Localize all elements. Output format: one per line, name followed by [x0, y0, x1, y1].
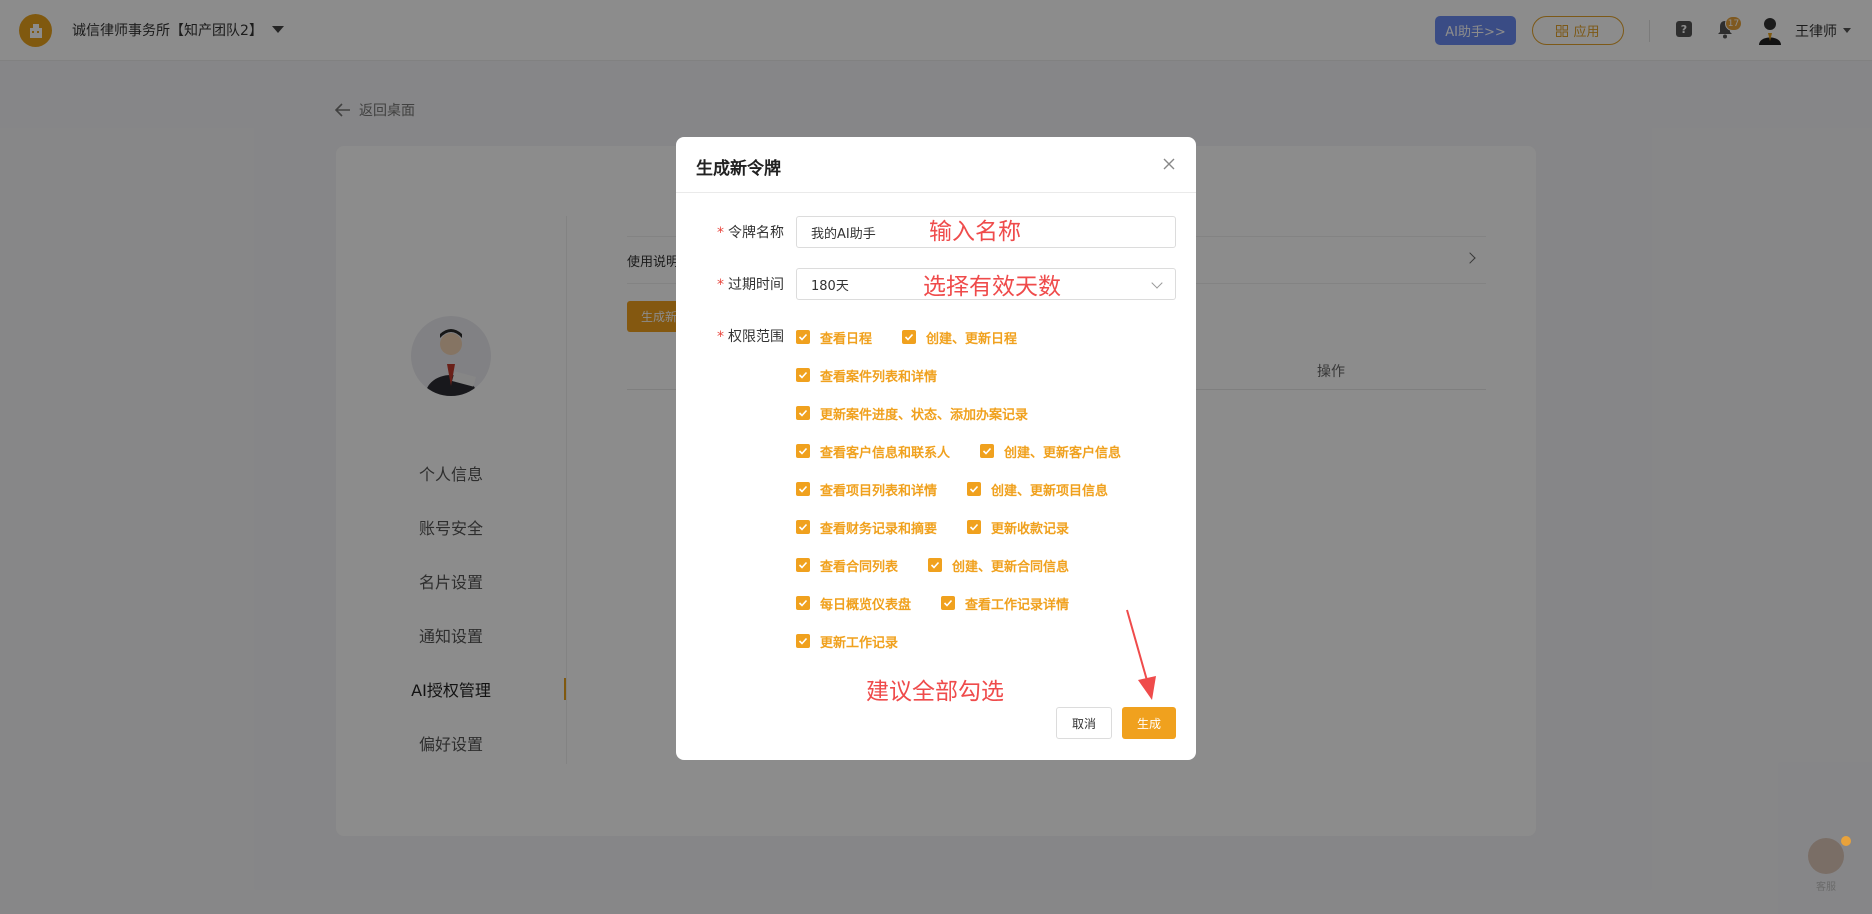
permission-label: 创建、更新客户信息 [1004, 445, 1122, 461]
checkbox-checked-icon[interactable] [796, 444, 810, 458]
permission-label: 更新收款记录 [991, 521, 1070, 537]
customer-service-widget[interactable]: 客服 [1806, 836, 1851, 900]
permission-row: 更新工作记录 [796, 631, 928, 651]
permission-checkbox[interactable]: 查看工作记录详情 [941, 594, 1069, 613]
permission-checkbox[interactable]: 创建、更新项目信息 [967, 480, 1108, 499]
permission-row: 查看客户信息和联系人 创建、更新客户信息 [796, 441, 1151, 461]
service-badge [1841, 836, 1851, 846]
permission-checkbox[interactable]: 更新工作记录 [796, 632, 898, 651]
permission-label: 每日概览仪表盘 [820, 597, 912, 613]
checkbox-checked-icon[interactable] [796, 330, 810, 344]
permission-label: 更新案件进度、状态、添加办案记录 [820, 407, 1029, 423]
permission-label: 查看财务记录和摘要 [820, 521, 938, 537]
permission-checkbox[interactable]: 查看合同列表 [796, 556, 898, 575]
permission-checkbox[interactable]: 创建、更新合同信息 [928, 556, 1069, 575]
token-name-label: * 令牌名称 [717, 225, 784, 241]
checkbox-checked-icon[interactable] [980, 444, 995, 458]
permission-label: 查看案件列表和详情 [820, 369, 938, 385]
modal-title: 生成新令牌 [696, 159, 781, 179]
permission-row: 查看财务记录和摘要 更新收款记录 [796, 517, 1099, 537]
permission-checkbox[interactable]: 创建、更新日程 [902, 328, 1017, 347]
permission-label: 查看工作记录详情 [965, 597, 1070, 613]
permission-label: 查看日程 [820, 331, 873, 347]
permission-checkbox[interactable]: 更新收款记录 [967, 518, 1069, 537]
permission-checkbox[interactable]: 查看案件列表和详情 [796, 366, 937, 385]
checkbox-checked-icon[interactable] [796, 634, 810, 648]
permission-checkbox[interactable]: 创建、更新客户信息 [980, 442, 1121, 461]
modal-header: 生成新令牌 [676, 137, 1196, 193]
permission-label: 更新工作记录 [820, 635, 899, 651]
expire-time-label: * 过期时间 [717, 277, 784, 293]
permission-label: 创建、更新项目信息 [991, 483, 1109, 499]
scope-label: * 权限范围 [717, 329, 784, 345]
permission-label: 查看项目列表和详情 [820, 483, 938, 499]
checkbox-checked-icon[interactable] [796, 368, 810, 382]
permission-checkbox[interactable]: 查看日程 [796, 328, 872, 347]
permission-checkbox[interactable]: 查看客户信息和联系人 [796, 442, 950, 461]
annotation-enter-name: 输入名称 [929, 219, 1021, 245]
permission-checkbox[interactable]: 查看财务记录和摘要 [796, 518, 937, 537]
permission-label: 创建、更新日程 [926, 331, 1018, 347]
permission-row: 更新案件进度、状态、添加办案记录 [796, 403, 1058, 423]
checkbox-checked-icon[interactable] [941, 596, 956, 610]
annotation-arrow-icon [1126, 609, 1156, 700]
generate-button[interactable]: 生成 [1122, 707, 1176, 739]
expire-time-value: 180天 [811, 278, 849, 294]
permission-checkbox[interactable]: 每日概览仪表盘 [796, 594, 911, 613]
service-avatar [1808, 838, 1844, 874]
permission-checkbox[interactable]: 查看项目列表和详情 [796, 480, 937, 499]
permission-row: 每日概览仪表盘 查看工作记录详情 [796, 593, 1099, 613]
checkbox-checked-icon[interactable] [796, 558, 810, 572]
permission-label: 查看客户信息和联系人 [820, 445, 951, 461]
permission-row: 查看合同列表 创建、更新合同信息 [796, 555, 1099, 575]
annotation-select-all: 建议全部勾选 [866, 679, 1004, 705]
permission-row: 查看案件列表和详情 [796, 365, 967, 385]
service-label: 客服 [1816, 882, 1836, 893]
annotation-select-days: 选择有效天数 [923, 274, 1061, 300]
cancel-button[interactable]: 取消 [1056, 707, 1112, 739]
chevron-down-icon [1151, 277, 1163, 289]
checkbox-checked-icon[interactable] [796, 520, 810, 534]
checkbox-checked-icon[interactable] [967, 520, 982, 534]
checkbox-checked-icon[interactable] [796, 482, 810, 496]
permission-label: 查看合同列表 [820, 559, 899, 575]
permission-label: 创建、更新合同信息 [952, 559, 1070, 575]
checkbox-checked-icon[interactable] [967, 482, 982, 496]
checkbox-checked-icon[interactable] [902, 330, 917, 344]
checkbox-checked-icon[interactable] [796, 596, 810, 610]
checkbox-checked-icon[interactable] [928, 558, 943, 572]
permission-row: 查看项目列表和详情 创建、更新项目信息 [796, 479, 1138, 499]
permission-checkbox[interactable]: 更新案件进度、状态、添加办案记录 [796, 404, 1028, 423]
checkbox-checked-icon[interactable] [796, 406, 810, 420]
close-icon[interactable] [1162, 157, 1176, 171]
permission-row: 查看日程 创建、更新日程 [796, 327, 1047, 347]
